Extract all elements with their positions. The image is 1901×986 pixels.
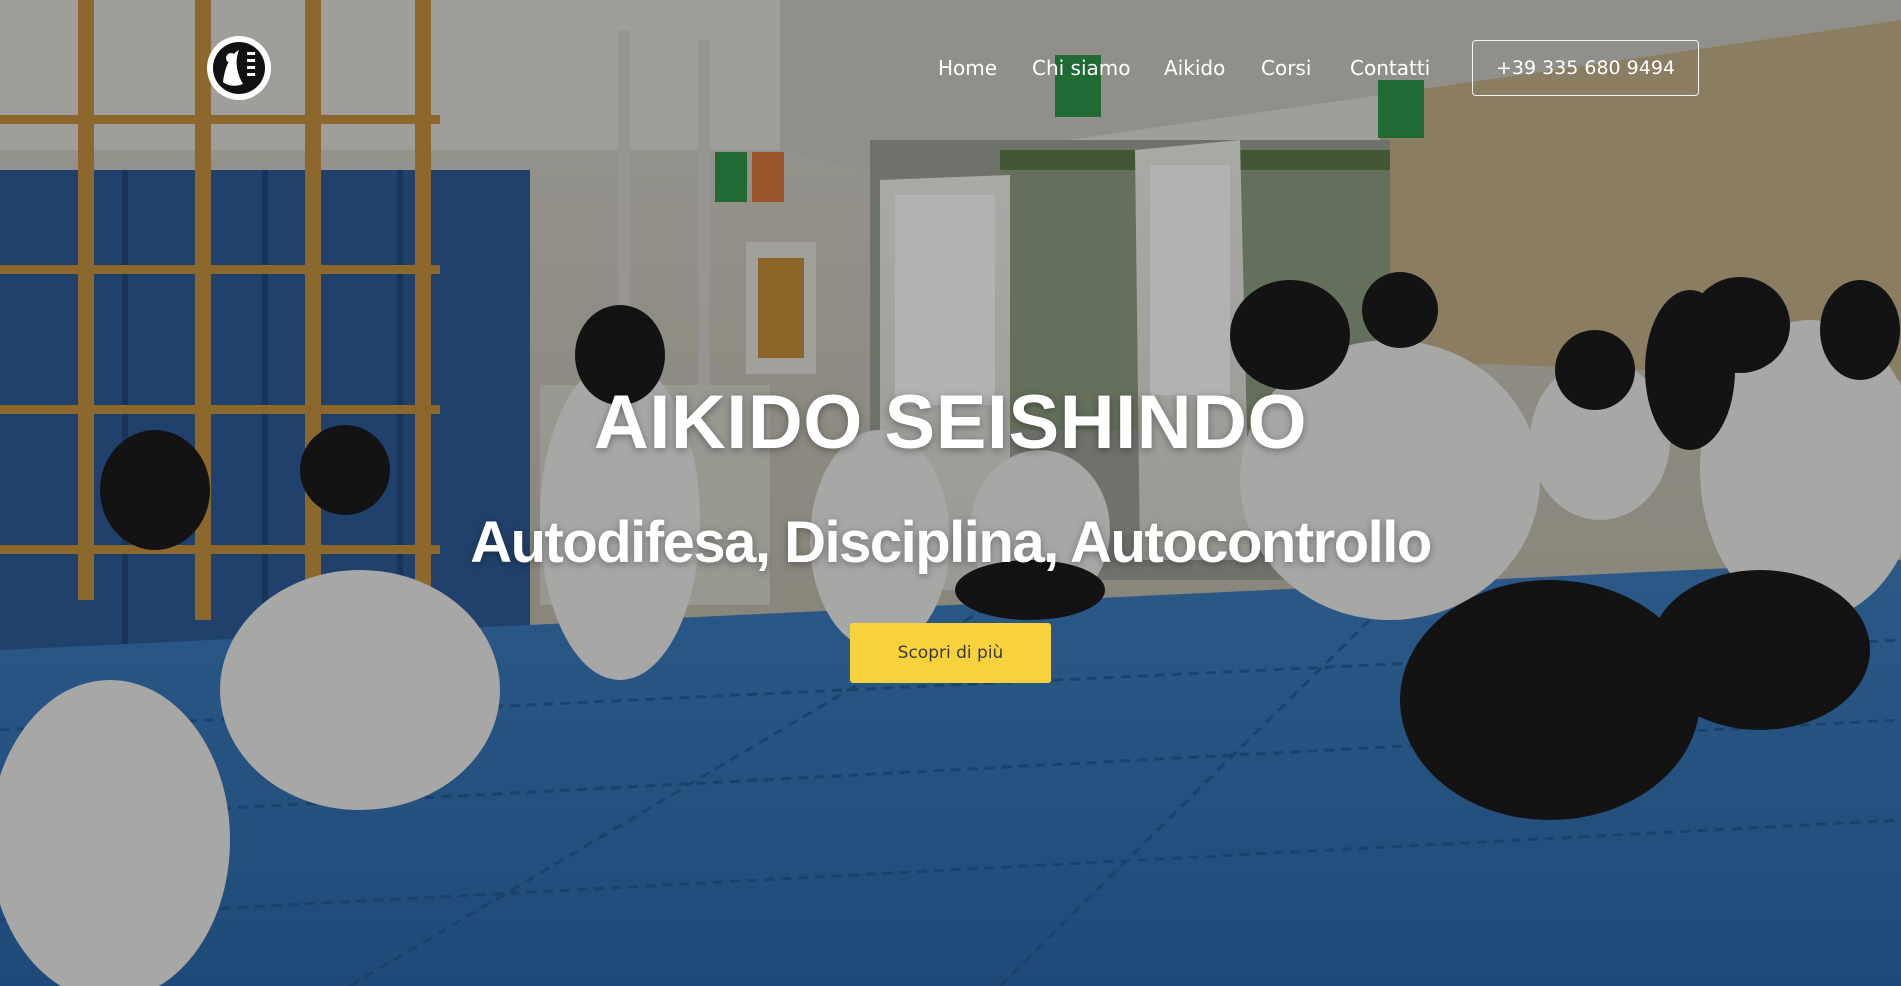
nav-home[interactable]: Home xyxy=(938,52,997,84)
discover-more-button[interactable]: Scopri di più xyxy=(850,623,1051,683)
nav-chi-siamo[interactable]: Chi siamo xyxy=(1032,52,1131,84)
hero-section: Home Chi siamo Aikido Corsi Contatti +39… xyxy=(0,0,1901,986)
nav-contatti[interactable]: Contatti xyxy=(1350,52,1430,84)
hero-title: AIKIDO SEISHINDO xyxy=(593,380,1308,465)
nav-aikido[interactable]: Aikido xyxy=(1164,52,1225,84)
hero-dark-overlay xyxy=(0,0,1901,986)
phone-button[interactable]: +39 335 680 9494 xyxy=(1472,40,1699,96)
nav-corsi[interactable]: Corsi xyxy=(1261,52,1311,84)
hero-subtitle: Autodifesa, Disciplina, Autocontrollo xyxy=(470,510,1432,575)
